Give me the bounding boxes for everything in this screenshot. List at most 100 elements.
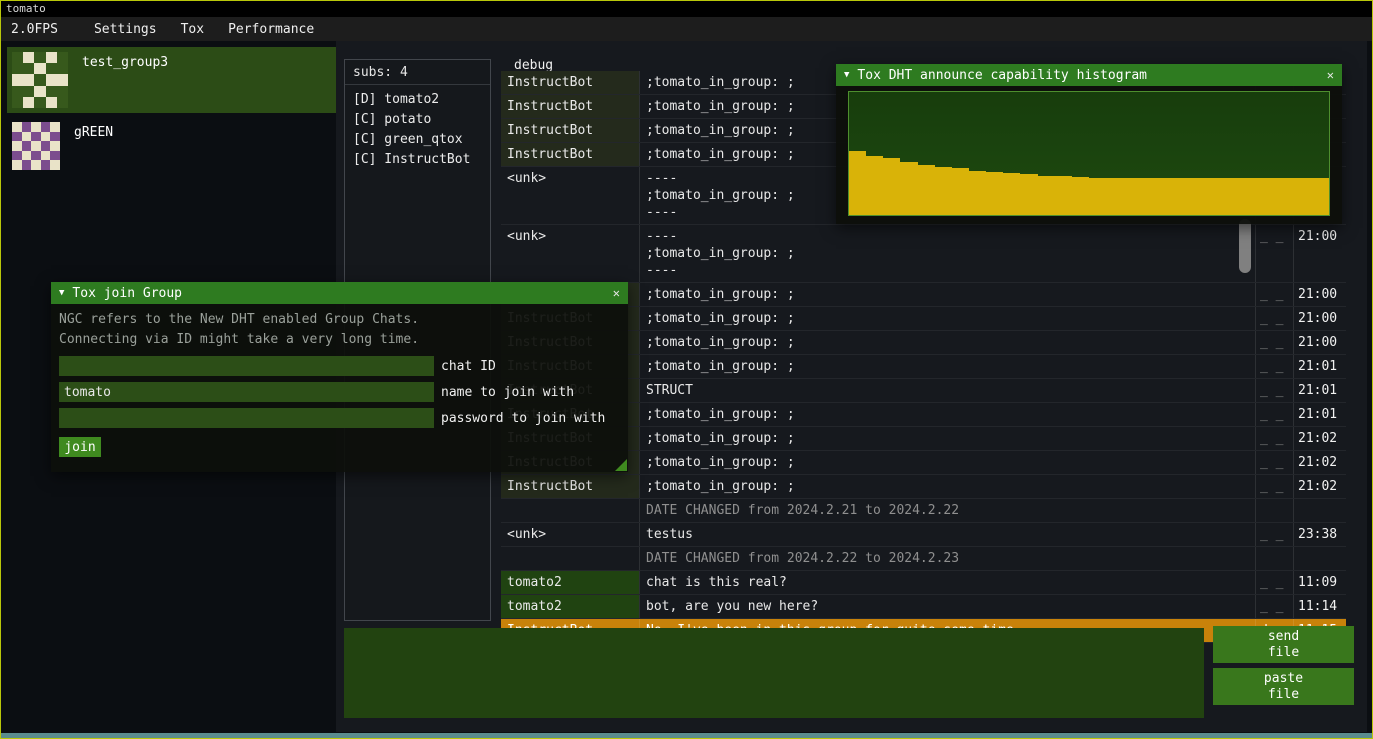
group-name: test_group3 — [82, 55, 168, 70]
delivery-flags: _ _ — [1255, 331, 1293, 354]
chat-id-input[interactable] — [59, 356, 434, 376]
avatar-cell — [46, 63, 57, 74]
join-group-title: Tox join Group — [72, 286, 612, 301]
sender-name — [501, 499, 639, 522]
message-text: ;tomato_in_group: ; — [639, 355, 1255, 378]
sender-name[interactable]: InstructBot — [501, 95, 639, 118]
join-password-input[interactable] — [59, 408, 434, 428]
menu-settings[interactable]: Settings — [82, 17, 169, 41]
message-text: ;tomato_in_group: ; — [639, 403, 1255, 426]
join-button[interactable]: join — [59, 437, 101, 457]
histogram-bar — [1260, 178, 1277, 215]
collapse-arrow-icon[interactable]: ▼ — [844, 70, 849, 80]
avatar-cell — [31, 132, 41, 142]
avatar-cell — [34, 97, 45, 108]
histogram-bar — [1055, 176, 1072, 215]
app-window: tomato 2.0FPS Settings Tox Performance t… — [0, 0, 1373, 739]
sender-name[interactable]: <unk> — [501, 225, 639, 282]
sender-name[interactable]: InstructBot — [501, 71, 639, 94]
chat-message-row: <unk>testus_ _23:38 — [501, 523, 1346, 547]
avatar-cell — [46, 52, 57, 63]
member-potato[interactable]: [C] potato — [345, 110, 490, 130]
menu-performance[interactable]: Performance — [216, 17, 326, 41]
histogram-bar — [849, 151, 866, 215]
close-icon[interactable]: ✕ — [1327, 68, 1334, 82]
avatar-cell — [57, 52, 68, 63]
date-separator-row: DATE CHANGED from 2024.2.22 to 2024.2.23 — [501, 547, 1346, 571]
join-info-line-1: NGC refers to the New DHT enabled Group … — [59, 310, 620, 330]
avatar-cell — [41, 151, 51, 161]
message-text: ;tomato_in_group: ; — [639, 427, 1255, 450]
avatar-cell — [12, 52, 23, 63]
avatar-cell — [57, 86, 68, 97]
date-changed-text: DATE CHANGED from 2024.2.21 to 2024.2.22 — [639, 499, 1255, 522]
join-fields: chat IDname to join withpassword to join… — [59, 356, 620, 428]
window-title: tomato — [6, 2, 46, 15]
sender-name[interactable]: <unk> — [501, 167, 639, 224]
avatar-cell — [50, 132, 60, 142]
sender-name[interactable]: <unk> — [501, 523, 639, 546]
histogram-bar — [1003, 173, 1020, 215]
message-input[interactable] — [344, 628, 1204, 718]
avatar-cell — [41, 141, 51, 151]
histogram-bar — [1123, 178, 1140, 215]
delivery-flags: _ _ — [1255, 379, 1293, 402]
histogram-bar — [986, 172, 1003, 215]
sender-name[interactable]: tomato2 — [501, 571, 639, 594]
fps-counter: 2.0FPS — [1, 17, 68, 41]
timestamp: 23:38 — [1293, 523, 1346, 546]
field-join-password: password to join with — [59, 408, 620, 428]
avatar-cell — [34, 63, 45, 74]
avatar-cell — [41, 122, 51, 132]
delivery-flags — [1255, 499, 1293, 522]
resize-grip-icon[interactable] — [615, 459, 627, 471]
member-instructbot[interactable]: [C] InstructBot — [345, 150, 490, 170]
sidebar-group-green[interactable]: gREEN — [7, 117, 336, 175]
field-chat-id: chat ID — [59, 356, 620, 376]
avatar-cell — [31, 122, 41, 132]
sender-name[interactable]: InstructBot — [501, 143, 639, 166]
sidebar-group-test_group3[interactable]: test_group3 — [7, 47, 336, 113]
delivery-flags: _ _ — [1255, 451, 1293, 474]
avatar-cell — [12, 97, 23, 108]
member-green_qtox[interactable]: [C] green_qtox — [345, 130, 490, 150]
window-titlebar: tomato — [1, 1, 1372, 17]
join-name-input[interactable] — [59, 382, 434, 402]
sender-name[interactable]: InstructBot — [501, 475, 639, 498]
collapse-arrow-icon[interactable]: ▼ — [59, 288, 64, 298]
member-tomato2[interactable]: [D] tomato2 — [345, 90, 490, 110]
timestamp: 21:02 — [1293, 451, 1346, 474]
close-icon[interactable]: ✕ — [613, 286, 620, 300]
paste-file-button[interactable]: paste file — [1213, 668, 1354, 705]
delivery-flags: _ _ — [1255, 523, 1293, 546]
group-avatar-icon — [12, 122, 60, 170]
histogram-bar — [1038, 176, 1055, 215]
sender-name[interactable]: tomato2 — [501, 595, 639, 618]
histogram-bar — [1192, 178, 1209, 215]
avatar-cell — [31, 160, 41, 170]
delivery-flags: _ _ — [1255, 403, 1293, 426]
join-group-window: ▼ Tox join Group ✕ NGC refers to the New… — [51, 282, 628, 472]
join-group-body: NGC refers to the New DHT enabled Group … — [51, 304, 628, 463]
avatar-cell — [12, 122, 22, 132]
dht-histogram-title: Tox DHT announce capability histogram — [857, 68, 1326, 83]
histogram-bar — [1295, 178, 1312, 215]
sender-name[interactable]: InstructBot — [501, 119, 639, 142]
avatar-cell — [12, 63, 23, 74]
chat-id-label: chat ID — [441, 359, 496, 374]
send-file-button[interactable]: send file — [1213, 626, 1354, 663]
histogram-bar — [1243, 178, 1260, 215]
menu-tox[interactable]: Tox — [169, 17, 216, 41]
chat-scrollbar[interactable] — [1239, 219, 1251, 273]
date-separator-row: DATE CHANGED from 2024.2.21 to 2024.2.22 — [501, 499, 1346, 523]
message-text: testus — [639, 523, 1255, 546]
delivery-flags: _ _ — [1255, 225, 1293, 282]
timestamp: 11:14 — [1293, 595, 1346, 618]
message-text: ;tomato_in_group: ; — [639, 451, 1255, 474]
avatar-cell — [34, 52, 45, 63]
contact-list: test_group3 gREEN — [7, 47, 336, 179]
avatar-cell — [23, 86, 34, 97]
chat-message-row: tomato2chat is this real?_ _11:09 — [501, 571, 1346, 595]
avatar-cell — [34, 74, 45, 85]
avatar-cell — [23, 97, 34, 108]
